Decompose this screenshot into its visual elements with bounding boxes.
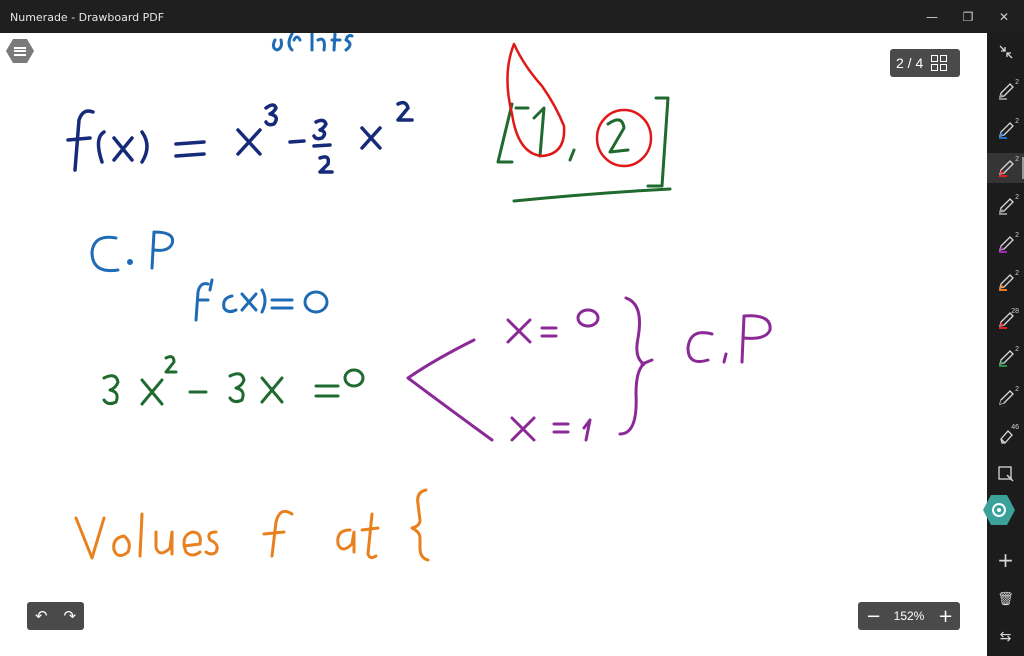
plus-icon: + <box>997 548 1014 572</box>
undo-redo-group: ↶ ↷ <box>27 602 84 630</box>
pen-icon <box>998 83 1014 100</box>
ink-values-heading <box>74 488 430 562</box>
tool-size-label: 28 <box>1011 308 1019 315</box>
tool-size-label: 46 <box>1011 424 1019 431</box>
zoom-level[interactable]: 152% <box>894 609 925 623</box>
tool-eraser-10[interactable]: 46 <box>987 421 1024 451</box>
lasso-icon <box>992 503 1006 517</box>
tool-size-label: 2 <box>1015 346 1019 353</box>
close-button[interactable]: ✕ <box>986 0 1022 33</box>
pen-icon <box>998 274 1014 291</box>
zoom-control: − 152% + <box>858 602 960 630</box>
pen-icon <box>998 390 1014 407</box>
tool-pen-9[interactable]: 2 <box>987 383 1024 413</box>
tool-size-label: 2 <box>1015 232 1019 239</box>
select-icon <box>997 466 1014 482</box>
pen-icon <box>998 122 1014 139</box>
pen-icon <box>998 350 1014 367</box>
tool-pen-6[interactable]: 2 <box>987 267 1024 297</box>
ink-cp-heading <box>90 230 329 322</box>
title-bar: Numerade - Drawboard PDF — ❐ ✕ <box>0 0 1024 33</box>
pen-icon <box>998 198 1014 215</box>
tool-size-label: 2 <box>1015 270 1019 277</box>
swap-button[interactable]: ⇆ <box>987 622 1024 652</box>
ink-interval <box>496 96 672 203</box>
zoom-in-button[interactable]: + <box>938 606 953 627</box>
add-page-button[interactable]: + <box>987 545 1024 575</box>
window-title: Numerade - Drawboard PDF <box>10 11 165 24</box>
swap-icon: ⇆ <box>999 629 1012 645</box>
delete-button[interactable]: 🗑 <box>987 584 1024 614</box>
tool-highlighter-7[interactable]: 28 <box>987 305 1024 335</box>
pen-icon <box>998 236 1014 253</box>
tool-pen-8[interactable]: 2 <box>987 343 1024 373</box>
handwriting-ink <box>66 33 772 562</box>
zoom-out-button[interactable]: − <box>866 606 881 627</box>
tool-size-label: 2 <box>1015 386 1019 393</box>
document-canvas[interactable] <box>0 33 987 656</box>
ink-derivative-equation <box>102 355 365 406</box>
pen-icon <box>998 160 1014 177</box>
hamburger-icon <box>14 46 26 56</box>
ink-critical-points <box>406 296 772 442</box>
tool-pen-2[interactable]: 2 <box>987 115 1024 145</box>
ink-top-fragment <box>271 33 354 52</box>
tool-size-label: 2 <box>1015 194 1019 201</box>
restore-button[interactable]: ❐ <box>950 0 986 33</box>
tool-size-label: 2 <box>1015 156 1019 163</box>
trash-icon: 🗑 <box>997 591 1014 607</box>
page-indicator[interactable]: 2 / 4 <box>890 49 960 77</box>
tool-pen-3[interactable]: 2 <box>987 153 1024 183</box>
tool-pen-5[interactable]: 2 <box>987 229 1024 259</box>
tool-select-11[interactable] <box>987 459 1024 489</box>
minimize-button[interactable]: — <box>914 0 950 33</box>
tool-collapse-arrows-0[interactable] <box>987 37 1024 67</box>
tool-pen-4[interactable]: 2 <box>987 191 1024 221</box>
redo-icon[interactable]: ↷ <box>63 607 76 625</box>
tool-size-label: 2 <box>1015 79 1019 86</box>
tool-pen-1[interactable]: 2 <box>987 76 1024 106</box>
tool-size-label: 2 <box>1015 118 1019 125</box>
page-number-label: 2 / 4 <box>896 55 924 71</box>
ink-function-definition <box>66 100 414 174</box>
grid-view-icon[interactable] <box>931 55 948 71</box>
undo-icon[interactable]: ↶ <box>35 607 48 625</box>
ink-red-annotations <box>506 42 653 168</box>
collapse-arrows-icon <box>999 45 1012 59</box>
